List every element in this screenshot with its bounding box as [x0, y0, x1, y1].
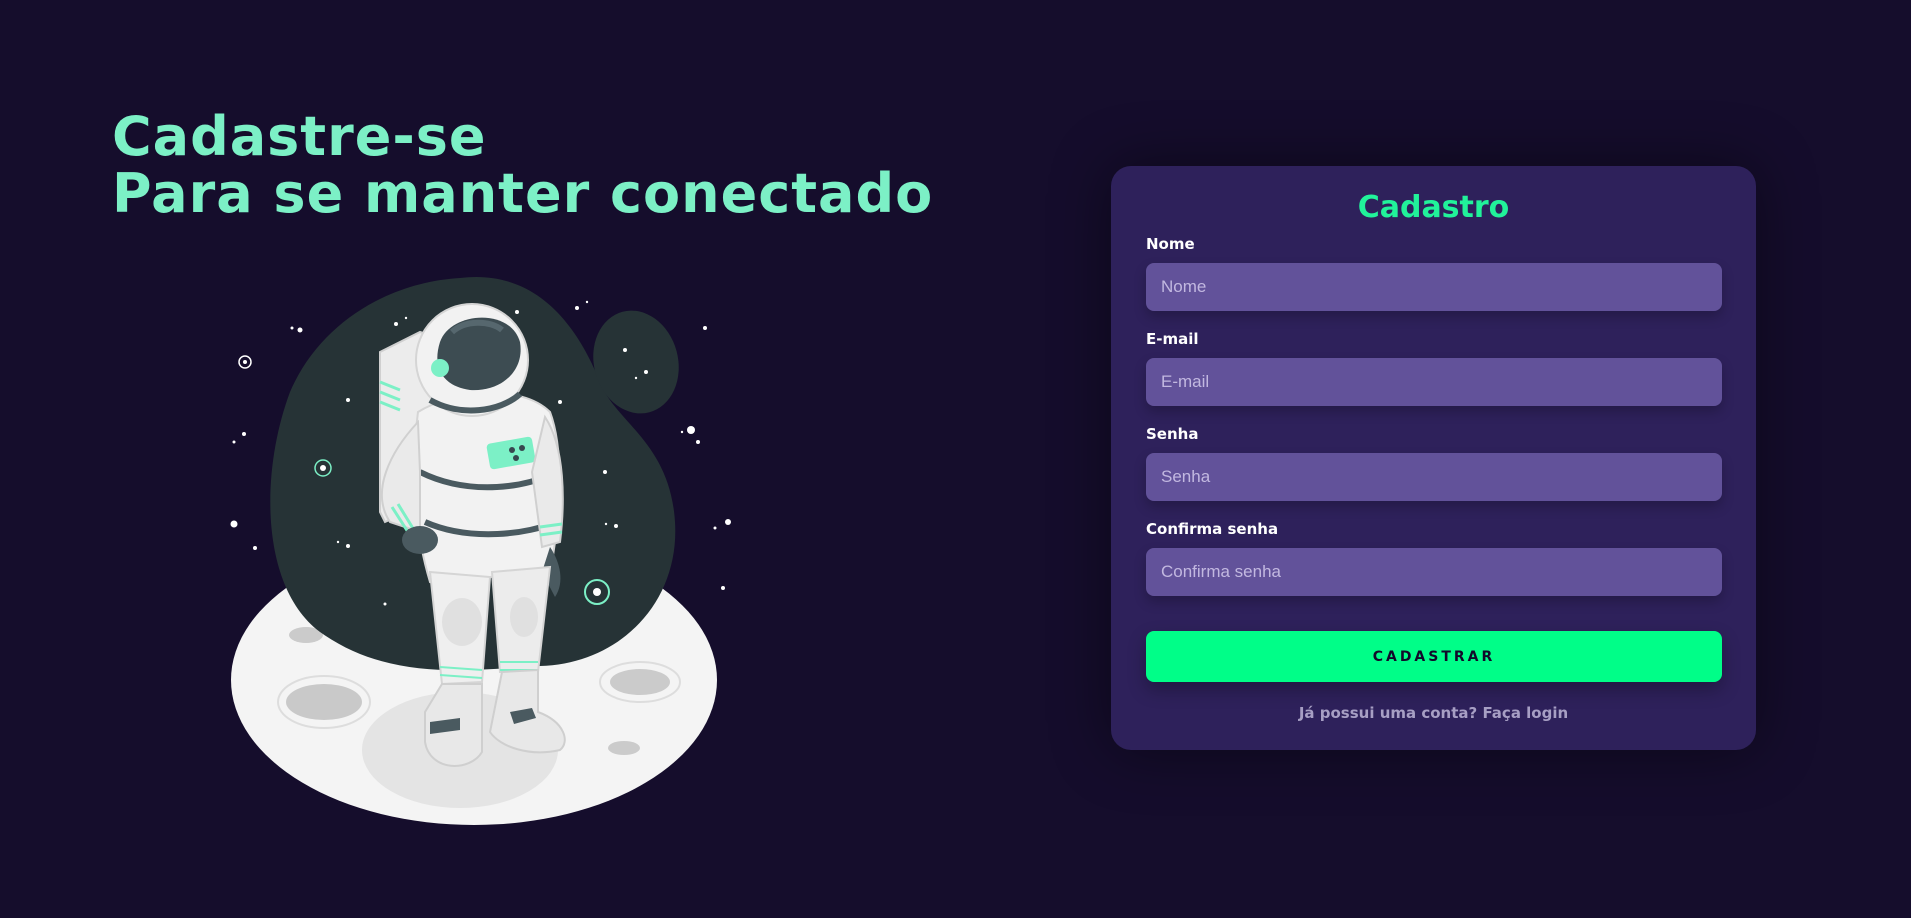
astronaut-illustration [220, 272, 740, 832]
hero-heading: Cadastre-se Para se manter conectado [112, 108, 972, 222]
submit-button[interactable]: CADASTRAR [1146, 631, 1722, 682]
login-link[interactable]: Já possui uma conta? Faça login [1146, 704, 1721, 722]
email-group: E-mail [1146, 329, 1722, 406]
confirm-password-field[interactable] [1161, 562, 1707, 582]
email-field[interactable] [1161, 372, 1707, 392]
password-label: Senha [1146, 425, 1199, 443]
signup-card: Cadastro Nome E-mail Senha Confirma senh… [1111, 166, 1756, 750]
form-title: Cadastro [1357, 190, 1510, 225]
email-field-box [1146, 358, 1722, 406]
hero-title: Cadastre-se [112, 105, 487, 168]
name-group: Nome [1146, 234, 1722, 311]
password-field[interactable] [1161, 467, 1707, 487]
confirm-password-label: Confirma senha [1146, 520, 1279, 538]
confirm-password-group: Confirma senha [1146, 519, 1722, 596]
password-field-box [1146, 453, 1722, 501]
email-label: E-mail [1146, 330, 1199, 348]
astronaut-on-moon-image [230, 276, 731, 825]
hero-subtitle: Para se manter conectado [112, 162, 934, 225]
confirm-password-field-box [1146, 548, 1722, 596]
name-field-box [1146, 263, 1722, 311]
name-label: Nome [1146, 235, 1195, 253]
password-group: Senha [1146, 424, 1722, 501]
name-field[interactable] [1161, 277, 1707, 297]
